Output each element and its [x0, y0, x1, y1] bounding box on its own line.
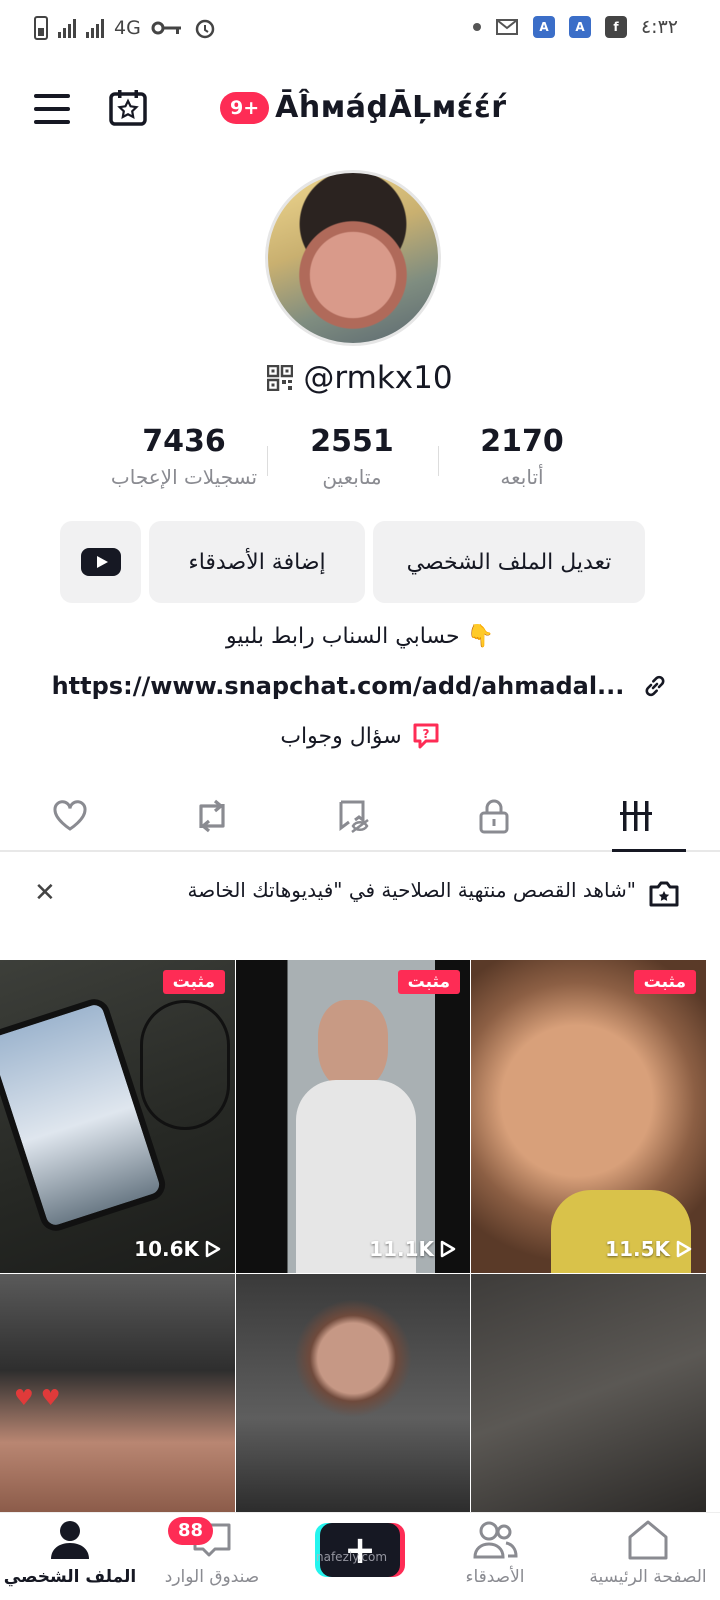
- qa-label: سؤال وجواب: [280, 723, 402, 749]
- nav-friends-label: الأصدقاء: [465, 1567, 525, 1587]
- calendar-icon[interactable]: [108, 88, 148, 128]
- inbox-badge: 88: [168, 1517, 214, 1545]
- title-wrap[interactable]: 9+ ĀĥмáḑĀĻмέέŕ: [220, 90, 507, 125]
- network-type: 4G: [114, 17, 141, 39]
- pinned-badge: مثبت: [397, 970, 460, 994]
- video-grid: مثبت 10.6K مثبت 11.1K مثبت 11.5K ♥ ♥: [0, 960, 720, 1515]
- question-bubble-icon: ?: [413, 723, 439, 749]
- nav-friends[interactable]: الأصدقاء: [425, 1519, 565, 1587]
- followers-label: متابعين: [322, 465, 382, 489]
- link-text[interactable]: https://www.snapchat.com/add/ahmadal...: [52, 672, 625, 700]
- menu-icon[interactable]: [34, 94, 70, 124]
- qr-code-icon[interactable]: [267, 365, 294, 391]
- notice-text: شاهد القصص منتهية الصلاحية في "فيديوهاتك…: [187, 878, 636, 902]
- svg-text:?: ?: [422, 727, 429, 741]
- heart-icon: [53, 800, 87, 831]
- active-tab-indicator: [612, 849, 686, 852]
- watermark: nafezly.com: [316, 1550, 388, 1564]
- signal-icon-2: [86, 18, 104, 38]
- close-icon[interactable]: ✕: [34, 878, 56, 908]
- video-thumbnail[interactable]: [236, 1274, 470, 1515]
- hearts-emoji: ♥ ♥: [14, 1386, 61, 1411]
- likes-count: 7436: [142, 424, 226, 459]
- nav-profile[interactable]: الملف الشخصي: [0, 1519, 140, 1587]
- username-handle: @rmkx10: [303, 360, 453, 396]
- signal-icon: [58, 18, 76, 38]
- view-count: 11.1K: [369, 1237, 456, 1261]
- stat-following[interactable]: 2170 أتابعه: [432, 424, 612, 489]
- stat-followers[interactable]: 2551 متابعين: [262, 424, 442, 489]
- app-icon-1: A: [532, 16, 555, 38]
- lock-icon: [479, 799, 509, 834]
- repost-icon: [199, 799, 225, 833]
- friends-icon: [473, 1521, 518, 1559]
- video-thumbnail[interactable]: [471, 1274, 706, 1515]
- avatar[interactable]: [265, 170, 441, 346]
- pinned-badge: مثبت: [633, 970, 696, 994]
- view-count: 11.5K: [605, 1237, 692, 1261]
- grid-videos-icon: [620, 801, 652, 831]
- bookmark-hidden-icon: [339, 800, 369, 833]
- tab-liked[interactable]: [48, 794, 92, 838]
- key-icon: [151, 21, 181, 35]
- tab-reposts[interactable]: [190, 794, 234, 838]
- profile-link[interactable]: https://www.snapchat.com/add/ahmadal...: [0, 672, 720, 700]
- dot-icon: [472, 23, 481, 31]
- nav-inbox[interactable]: 88 صندوق الوارد: [142, 1517, 282, 1587]
- stories-notice[interactable]: ✕ شاهد القصص منتهية الصلاحية في "فيديوها…: [0, 866, 720, 922]
- edit-profile-button[interactable]: تعديل الملف الشخصي: [373, 521, 645, 603]
- clock: ٤:٣٢: [640, 16, 678, 38]
- followers-count: 2551: [310, 424, 394, 459]
- youtube-icon: [80, 548, 121, 576]
- facebook-icon: f: [604, 16, 627, 38]
- bio-text: حسابي السناب رابط بلبيو 👇: [225, 624, 495, 649]
- handle-row[interactable]: @rmkx10: [0, 360, 720, 396]
- battery-icon: [34, 16, 48, 40]
- profile-icon: [51, 1521, 89, 1559]
- view-count-value: 11.1K: [369, 1237, 434, 1261]
- video-thumbnail[interactable]: مثبت 11.1K: [236, 960, 470, 1273]
- nav-home[interactable]: الصفحة الرئيسية: [578, 1519, 718, 1587]
- link-icon: [645, 675, 665, 697]
- view-count-value: 11.5K: [605, 1237, 670, 1261]
- profile-header: 9+ ĀĥмáḑĀĻмέέŕ: [0, 78, 720, 142]
- youtube-button[interactable]: [60, 521, 141, 603]
- view-count-value: 10.6K: [134, 1237, 199, 1261]
- gmail-icon: [495, 19, 518, 35]
- nav-profile-label: الملف الشخصي: [3, 1567, 137, 1587]
- display-name: ĀĥмáḑĀĻмέέŕ: [275, 90, 507, 125]
- add-friends-button[interactable]: إضافة الأصدقاء: [149, 521, 365, 603]
- content-tabs: [0, 780, 720, 852]
- alarm-icon: [195, 19, 215, 39]
- play-icon: [676, 1240, 692, 1258]
- following-count: 2170: [480, 424, 564, 459]
- notification-badge: 9+: [220, 91, 270, 124]
- video-thumbnail[interactable]: مثبت 10.6K: [0, 960, 235, 1273]
- tab-videos[interactable]: [614, 794, 658, 838]
- qa-link[interactable]: سؤال وجواب ?: [0, 722, 720, 750]
- nav-inbox-label: صندوق الوارد: [164, 1567, 260, 1587]
- camera-story-icon: [649, 881, 679, 907]
- tab-private[interactable]: [472, 794, 516, 838]
- person-shape: [318, 1000, 388, 1090]
- status-bar: 4G A A f ٤:٣٢: [0, 0, 720, 60]
- view-count: 10.6K: [134, 1237, 221, 1261]
- profile-stats: 7436 تسجيلات الإعجاب 2551 متابعين 2170 أ…: [94, 424, 634, 504]
- status-right: A A f ٤:٣٢: [472, 16, 678, 38]
- home-icon: [628, 1520, 668, 1560]
- nav-home-label: الصفحة الرئيسية: [589, 1567, 707, 1587]
- app-icon-2: A: [568, 16, 591, 38]
- video-thumbnail[interactable]: ♥ ♥: [0, 1274, 235, 1515]
- play-icon: [440, 1240, 456, 1258]
- pinned-badge: مثبت: [162, 970, 225, 994]
- headphones-cable: [140, 1000, 230, 1130]
- likes-label: تسجيلات الإعجاب: [110, 465, 258, 489]
- status-left: 4G: [34, 16, 217, 40]
- tab-favorites[interactable]: [332, 794, 376, 838]
- video-thumbnail[interactable]: مثبت 11.5K: [471, 960, 706, 1273]
- following-label: أتابعه: [500, 465, 544, 489]
- play-icon: [205, 1240, 221, 1258]
- stat-likes[interactable]: 7436 تسجيلات الإعجاب: [94, 424, 274, 489]
